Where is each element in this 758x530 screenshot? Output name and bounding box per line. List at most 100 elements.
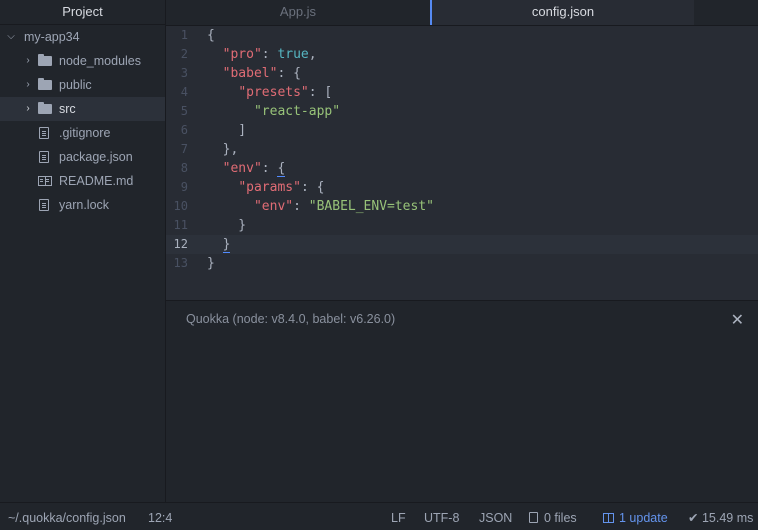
bracket-match: { (277, 161, 286, 177)
line-number: 8 (180, 161, 188, 175)
status-update[interactable]: 1 update (603, 503, 668, 530)
code-line[interactable]: 3 "babel": { (166, 64, 758, 83)
json-punctuation: ] (207, 123, 247, 138)
code-text: } (207, 216, 246, 235)
line-number: 11 (173, 218, 188, 232)
tree-item-public[interactable]: › public (0, 73, 165, 97)
code-line[interactable]: 6 ] (166, 121, 758, 140)
tree-item-label: yarn.lock (59, 198, 110, 212)
status-encoding[interactable]: UTF-8 (424, 503, 459, 530)
chevron-right-icon[interactable]: › (23, 73, 33, 97)
tree-item-label: src (59, 102, 76, 116)
json-punctuation (207, 237, 223, 252)
tree-item-label: .gitignore (59, 126, 111, 140)
line-number: 4 (180, 85, 188, 99)
json-key: "presets" (238, 85, 309, 100)
json-key: "env" (253, 199, 294, 214)
code-text: "presets": [ (207, 83, 332, 102)
code-line[interactable]: 11 } (166, 216, 758, 235)
status-grammar[interactable]: JSON (479, 503, 512, 530)
line-number: 5 (180, 104, 188, 118)
line-number: 3 (180, 66, 188, 80)
status-file-path[interactable]: ~/.quokka/config.json (8, 503, 126, 530)
line-number: 1 (180, 28, 188, 42)
json-punctuation: : (261, 47, 278, 62)
code-text: ] (207, 121, 246, 140)
code-line[interactable]: 10 "env": "BABEL_ENV=test" (166, 197, 758, 216)
folder-icon (38, 78, 52, 90)
json-key: "babel" (222, 66, 278, 81)
json-punctuation (207, 47, 223, 62)
tree-item-package-json[interactable]: package.json (0, 145, 165, 169)
chevron-down-icon[interactable]: ⌵ (6, 25, 16, 49)
document-icon (529, 512, 538, 523)
tree-item-src[interactable]: › src (0, 97, 165, 121)
json-punctuation: : [ (308, 85, 333, 100)
status-cursor-position[interactable]: 12:4 (148, 503, 172, 530)
book-icon (38, 176, 52, 186)
code-text: } (207, 235, 231, 254)
chevron-right-icon[interactable]: › (23, 49, 33, 73)
line-number: 9 (180, 180, 188, 194)
code-text: "env": { (207, 159, 286, 178)
file-icon (39, 151, 49, 163)
tree-item-gitignore[interactable]: .gitignore (0, 121, 165, 145)
editor-window: Project ⌵ my-app34 › node_modules › publ… (0, 0, 758, 530)
status-files[interactable]: 0 files (529, 503, 577, 530)
status-quokka-timing[interactable]: ✔ 15.49 ms (688, 503, 753, 530)
line-number: 13 (173, 256, 188, 270)
tree-item-readme[interactable]: README.md (0, 169, 165, 193)
json-key: "env" (222, 161, 262, 176)
file-icon (39, 199, 49, 211)
json-punctuation: } (207, 218, 247, 233)
chevron-right-icon[interactable]: › (23, 97, 33, 121)
tab-config-json[interactable]: config.json (430, 0, 694, 25)
json-punctuation (207, 180, 238, 195)
package-icon (603, 513, 614, 523)
tab-bar: App.js config.json (166, 0, 758, 26)
code-line[interactable]: 13} (166, 254, 758, 273)
line-number: 12 (173, 237, 188, 251)
code-line[interactable]: 5 "react-app" (166, 102, 758, 121)
tree-item-node-modules[interactable]: › node_modules (0, 49, 165, 73)
json-key: "pro" (222, 47, 262, 62)
json-punctuation: , (308, 47, 317, 62)
status-bar: ~/.quokka/config.json 12:4 LF UTF-8 JSON… (0, 502, 758, 530)
line-number: 10 (173, 199, 188, 213)
tree-item-my-app34[interactable]: ⌵ my-app34 (0, 25, 165, 49)
json-punctuation (207, 161, 223, 176)
json-punctuation (207, 66, 223, 81)
tab-app-js[interactable]: App.js (166, 0, 430, 25)
json-punctuation: { (207, 28, 215, 43)
code-editor[interactable]: 1{2 "pro": true, 3 "babel": {4 "presets":… (166, 26, 758, 300)
code-line[interactable]: 2 "pro": true, (166, 45, 758, 64)
code-text: "pro": true, (207, 45, 317, 64)
code-text: }, (207, 140, 239, 159)
tree-item-label: my-app34 (24, 30, 80, 44)
code-line[interactable]: 8 "env": { (166, 159, 758, 178)
code-text: } (207, 254, 215, 273)
tree-item-label: node_modules (59, 54, 142, 68)
json-punctuation: : { (300, 180, 325, 195)
close-icon[interactable]: ✕ (731, 310, 744, 330)
code-line[interactable]: 1{ (166, 26, 758, 45)
code-text: "params": { (207, 178, 324, 197)
tree-item-yarn-lock[interactable]: yarn.lock (0, 193, 165, 217)
code-line[interactable]: 9 "params": { (166, 178, 758, 197)
code-line[interactable]: 4 "presets": [ (166, 83, 758, 102)
code-text: { (207, 26, 215, 45)
code-text: "babel": { (207, 64, 301, 83)
tree-item-label: README.md (59, 174, 134, 188)
status-files-label: 0 files (544, 511, 577, 525)
json-punctuation (207, 199, 254, 214)
file-tree: ⌵ my-app34 › node_modules › public › src (0, 25, 165, 217)
code-line[interactable]: 7 }, (166, 140, 758, 159)
bracket-match: } (222, 237, 231, 253)
status-line-ending[interactable]: LF (391, 503, 406, 530)
line-number: 2 (180, 47, 188, 61)
status-update-label: 1 update (619, 511, 668, 525)
folder-icon (38, 102, 52, 114)
code-text: "env": "BABEL_ENV=test" (207, 197, 434, 216)
json-punctuation (207, 104, 254, 119)
code-line[interactable]: 12 } (166, 235, 758, 254)
